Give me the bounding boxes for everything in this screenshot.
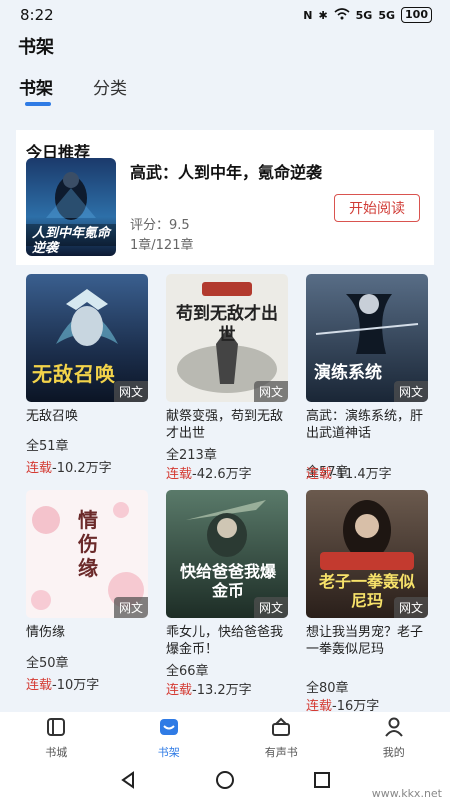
nfc-icon: N	[303, 8, 313, 22]
book-title[interactable]: 献祭变强，苟到无敌才出世	[166, 408, 288, 442]
recommend-cover-title: 人到中年氪命逆袭	[32, 226, 111, 256]
book-cover[interactable]: 情伤缘 网文	[26, 490, 148, 618]
home-icon[interactable]	[215, 770, 235, 794]
recommend-chapters: 1章/121章	[130, 238, 194, 253]
book-chapters: 全80章	[306, 681, 349, 696]
book-serial-info: 连载-13.2万字	[166, 679, 252, 698]
book-badge: 网文	[253, 381, 288, 402]
book-store-icon	[45, 716, 67, 741]
book-title[interactable]: 情伤缘	[26, 624, 148, 641]
watermark: www.kkx.net	[371, 787, 442, 800]
book-cover[interactable]: 老子一拳轰似尼玛 网文	[306, 490, 428, 618]
top-tabs: 书架 分类	[0, 70, 450, 106]
nav-label: 书架	[157, 746, 180, 759]
book-title[interactable]: 想让我当男宠？老子一拳轰似尼玛	[306, 624, 428, 658]
book-words: -10万字	[52, 678, 100, 693]
back-icon[interactable]	[118, 770, 138, 794]
book-title[interactable]: 高武：演练系统，肝出武道神话	[306, 408, 428, 442]
book-status: 连载	[306, 467, 333, 482]
book-cover[interactable]: 快给爸爸我爆金币 网文	[166, 490, 288, 618]
book-cover[interactable]: 苟到无敌才出世 网文	[166, 274, 288, 402]
book-title[interactable]: 无敌召唤	[26, 408, 148, 425]
book-cover-title: 快给爸爸我爆金币	[179, 562, 276, 600]
book-status: 连载	[26, 461, 53, 476]
recommend-title[interactable]: 高武：人到中年，氪命逆袭	[130, 163, 330, 183]
start-reading-button[interactable]: 开始阅读	[334, 194, 420, 222]
signal-icon-2: 5G	[378, 8, 396, 22]
book-status: 连载	[166, 467, 193, 482]
nav-item-audiobook[interactable]: 有声书	[225, 712, 338, 764]
book-serial-info: 连载-11.4万字	[306, 463, 392, 482]
book-badge: 网文	[393, 597, 428, 618]
book-badge: 网文	[393, 381, 428, 402]
book-chapters: 全66章	[166, 664, 209, 679]
book-chapters: 全213章	[166, 448, 217, 463]
recommend-rating: 评分：9.5	[130, 218, 190, 233]
book-chapters: 全50章	[26, 656, 69, 671]
book-serial-info: 连载-10万字	[26, 674, 99, 693]
book-words: -11.4万字	[332, 467, 392, 482]
book-cover[interactable]: 演练系统 网文	[306, 274, 428, 402]
nav-label: 有声书	[264, 746, 298, 759]
book-chapters: 全51章	[26, 439, 69, 454]
tab-bookshelf[interactable]: 书架	[19, 74, 53, 99]
book-status: 连载	[166, 683, 193, 698]
book-status: 连载	[26, 678, 53, 693]
tab-category[interactable]: 分类	[93, 74, 127, 99]
book-cover[interactable]: 无敌召唤 网文	[26, 274, 148, 402]
book-words: -42.6万字	[192, 467, 252, 482]
book-title[interactable]: 乖女儿，快给爸爸我爆金币！	[166, 624, 288, 658]
profile-icon	[383, 716, 405, 741]
book-cover-title: 演练系统	[314, 363, 382, 383]
status-bar: 8:22 N ✱ 5G 5G 100	[0, 0, 450, 30]
bottom-nav: 书城 书架 有声书 我的	[0, 712, 450, 764]
wifi-icon	[334, 7, 350, 23]
book-cover-title: 无敌召唤	[32, 362, 116, 386]
book-cover-title: 情伤缘	[78, 508, 98, 580]
book-badge: 网文	[253, 597, 288, 618]
clock: 8:22	[20, 6, 54, 24]
book-serial-info: 连载-10.2万字	[26, 457, 112, 476]
book-serial-info: 连载-42.6万字	[166, 463, 252, 482]
book-badge: 网文	[113, 597, 148, 618]
nav-label: 书城	[45, 746, 68, 759]
page-title: 书架	[18, 37, 54, 58]
bluetooth-icon: ✱	[318, 8, 328, 22]
book-badge: 网文	[113, 381, 148, 402]
recents-icon[interactable]	[312, 770, 332, 794]
book-words: -13.2万字	[192, 683, 252, 698]
recommend-card[interactable]: 今日推荐 人到中年氪命逆袭 高武：人到中年，氪命逆袭 开始阅读 评分：9.5 1…	[16, 130, 434, 265]
book-words: -10.2万字	[52, 461, 112, 476]
bookshelf-icon	[158, 716, 180, 741]
system-nav-bar: www.kkx.net	[0, 764, 450, 800]
status-icons: N ✱ 5G 5G 100	[303, 7, 432, 23]
nav-item-bookstore[interactable]: 书城	[0, 712, 113, 764]
signal-icon-1: 5G	[355, 8, 373, 22]
nav-item-profile[interactable]: 我的	[338, 712, 450, 764]
battery-icon: 100	[401, 7, 432, 23]
audio-book-icon	[270, 716, 292, 741]
recommend-cover[interactable]: 人到中年氪命逆袭	[26, 158, 116, 256]
book-cover-title: 苟到无敌才出世	[176, 304, 278, 345]
nav-item-bookshelf[interactable]: 书架	[113, 712, 226, 764]
nav-label: 我的	[382, 746, 405, 759]
active-tab-indicator	[25, 102, 51, 106]
